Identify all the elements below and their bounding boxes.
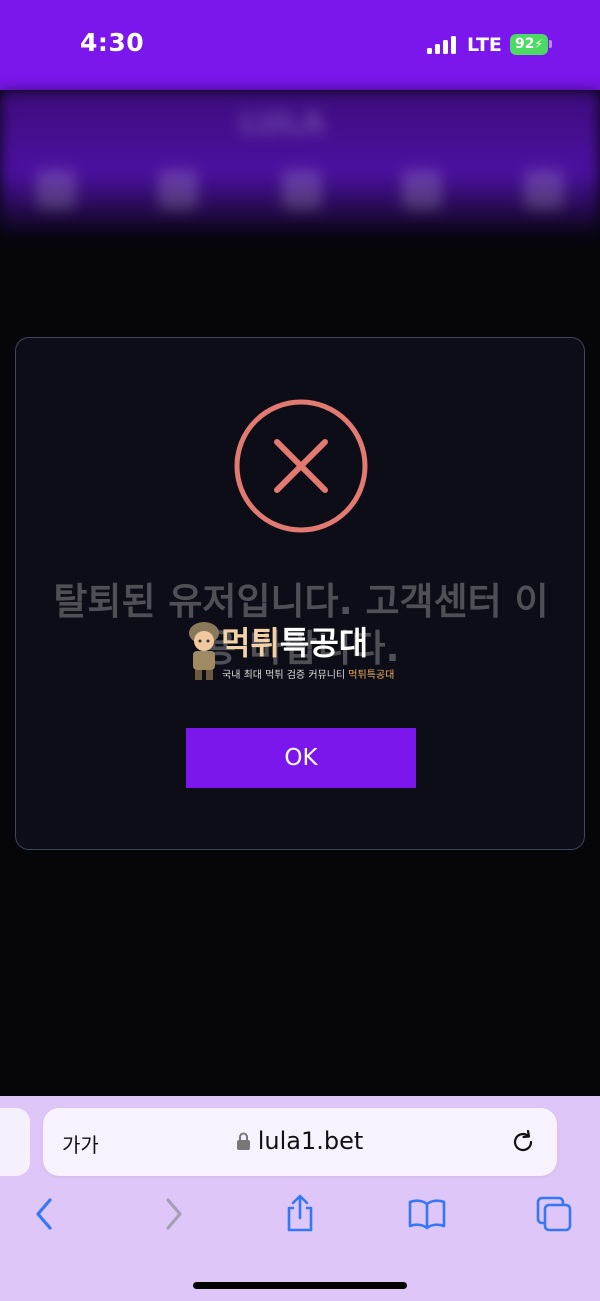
lock-icon <box>236 1132 250 1150</box>
status-bar: 4:30 LTE 92⚡ <box>0 0 600 90</box>
signal-icon <box>427 36 459 54</box>
ok-button[interactable]: OK <box>186 728 416 788</box>
share-icon[interactable] <box>278 1192 322 1236</box>
nav-icon <box>158 170 198 210</box>
tabs-icon[interactable] <box>532 1192 576 1236</box>
address-bar[interactable]: 가가 lula1.bet <box>43 1108 557 1176</box>
watermark-logo: 먹튀특공대 국내 최대 먹튀 검증 커뮤니티 먹튀특공대 <box>184 618 434 688</box>
watermark-title-part1: 먹튀 <box>221 624 280 662</box>
browser-bottom-bar: 가가 lula1.bet <box>0 1096 600 1301</box>
nav-icon <box>282 170 322 210</box>
battery-nub <box>549 40 552 48</box>
reload-icon[interactable] <box>509 1128 537 1156</box>
site-header-blurred: LULA <box>0 90 600 240</box>
error-x-circle-icon <box>234 399 368 533</box>
url-display[interactable]: lula1.bet <box>43 1127 557 1155</box>
battery-level: 92 <box>515 36 535 52</box>
nav-icon <box>524 170 564 210</box>
watermark-subtitle-part1: 국내 최대 먹튀 검증 커뮤니티 <box>222 670 349 681</box>
status-time: 4:30 <box>80 28 145 57</box>
forward-icon[interactable] <box>152 1192 196 1236</box>
home-indicator <box>193 1282 407 1289</box>
site-logo: LULA <box>240 106 325 141</box>
watermark-title: 먹튀특공대 <box>221 618 368 664</box>
nav-icon <box>402 170 442 210</box>
battery-icon: 92⚡ <box>510 34 548 55</box>
bookmarks-icon[interactable] <box>405 1192 449 1236</box>
error-dialog: 탈퇴된 유저입니다. 고객센터 이용 바랍니다. 먹튀특공대 국내 최대 먹튀 … <box>15 337 585 850</box>
back-icon[interactable] <box>22 1192 66 1236</box>
nav-icon <box>36 170 76 210</box>
previous-tab-preview[interactable] <box>0 1108 30 1176</box>
url-text: lula1.bet <box>257 1127 364 1155</box>
network-type: LTE <box>467 34 502 56</box>
soldier-mascot-icon <box>189 622 219 680</box>
watermark-title-part2: 특공대 <box>279 624 369 662</box>
watermark-subtitle-part2: 먹튀특공대 <box>348 670 395 681</box>
watermark-subtitle: 국내 최대 먹튀 검증 커뮤니티 먹튀특공대 <box>222 666 394 681</box>
